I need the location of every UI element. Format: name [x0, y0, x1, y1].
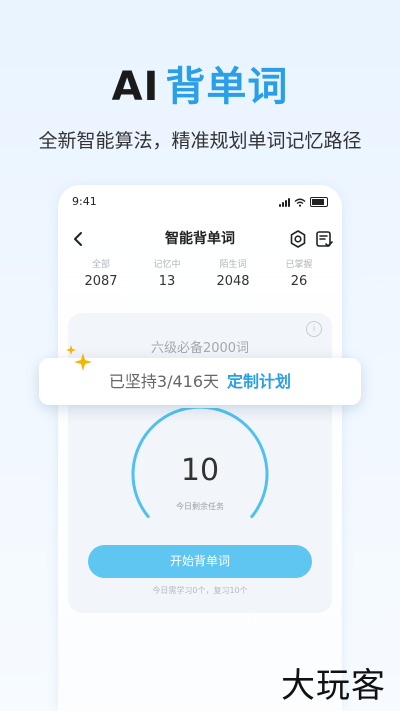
start-button[interactable]: 开始背单词: [88, 545, 312, 578]
wordbook-name[interactable]: 六级必备2000词: [68, 337, 332, 356]
stat-label: 陌生词: [219, 260, 247, 270]
word-list-icon[interactable]: [314, 229, 334, 249]
hero-title: AI 背单词: [0, 62, 400, 112]
stat-mastered[interactable]: 已掌握 26: [269, 257, 329, 289]
phone-mockup: 9:41 智能背单词 全部 2087 记忆中 13 陌生词 2048 已掌握 2…: [58, 185, 342, 711]
remaining-count: 10: [180, 453, 220, 488]
status-time: 9:41: [72, 195, 97, 208]
status-bar: 9:41: [72, 195, 328, 211]
daily-hint: 今日需学习0个，复习10个: [152, 586, 248, 595]
status-icons: [279, 197, 328, 207]
stat-value: 2087: [84, 274, 118, 289]
custom-plan-link[interactable]: 定制计划: [227, 372, 291, 391]
stat-value: 13: [158, 274, 176, 289]
gear-icon[interactable]: [288, 229, 308, 249]
wifi-icon: [294, 198, 306, 207]
nav-bar: 智能背单词: [58, 227, 342, 251]
hero-title-main: 背单词: [165, 64, 289, 110]
stat-value: 2048: [216, 274, 250, 289]
stat-unfamiliar[interactable]: 陌生词 2048: [203, 257, 263, 289]
signal-icon: [279, 197, 290, 207]
stat-memorizing[interactable]: 记忆中 13: [137, 257, 197, 289]
hero-subtitle: 全新智能算法，精准规划单词记忆路径: [38, 130, 362, 152]
remaining-caption: 今日剩余任务: [176, 502, 224, 511]
sparkle-icon: [66, 345, 92, 371]
stats-row: 全部 2087 记忆中 13 陌生词 2048 已掌握 26: [58, 257, 342, 289]
stat-total[interactable]: 全部 2087: [71, 257, 131, 289]
hero-title-ai: AI: [111, 64, 160, 110]
battery-icon: [310, 197, 328, 207]
stat-label: 记忆中: [153, 260, 181, 270]
stat-value: 26: [290, 274, 308, 289]
stat-label: 全部: [91, 260, 110, 270]
persistence-days: 已坚持3/416天: [108, 372, 220, 391]
watermark-logo: 大玩客: [281, 666, 386, 706]
info-icon[interactable]: i: [306, 321, 322, 337]
task-gauge: 10 今日剩余任务: [129, 405, 271, 519]
hero: AI 背单词 全新智能算法，精准规划单词记忆路径: [0, 62, 400, 153]
stat-label: 已掌握: [285, 260, 313, 270]
